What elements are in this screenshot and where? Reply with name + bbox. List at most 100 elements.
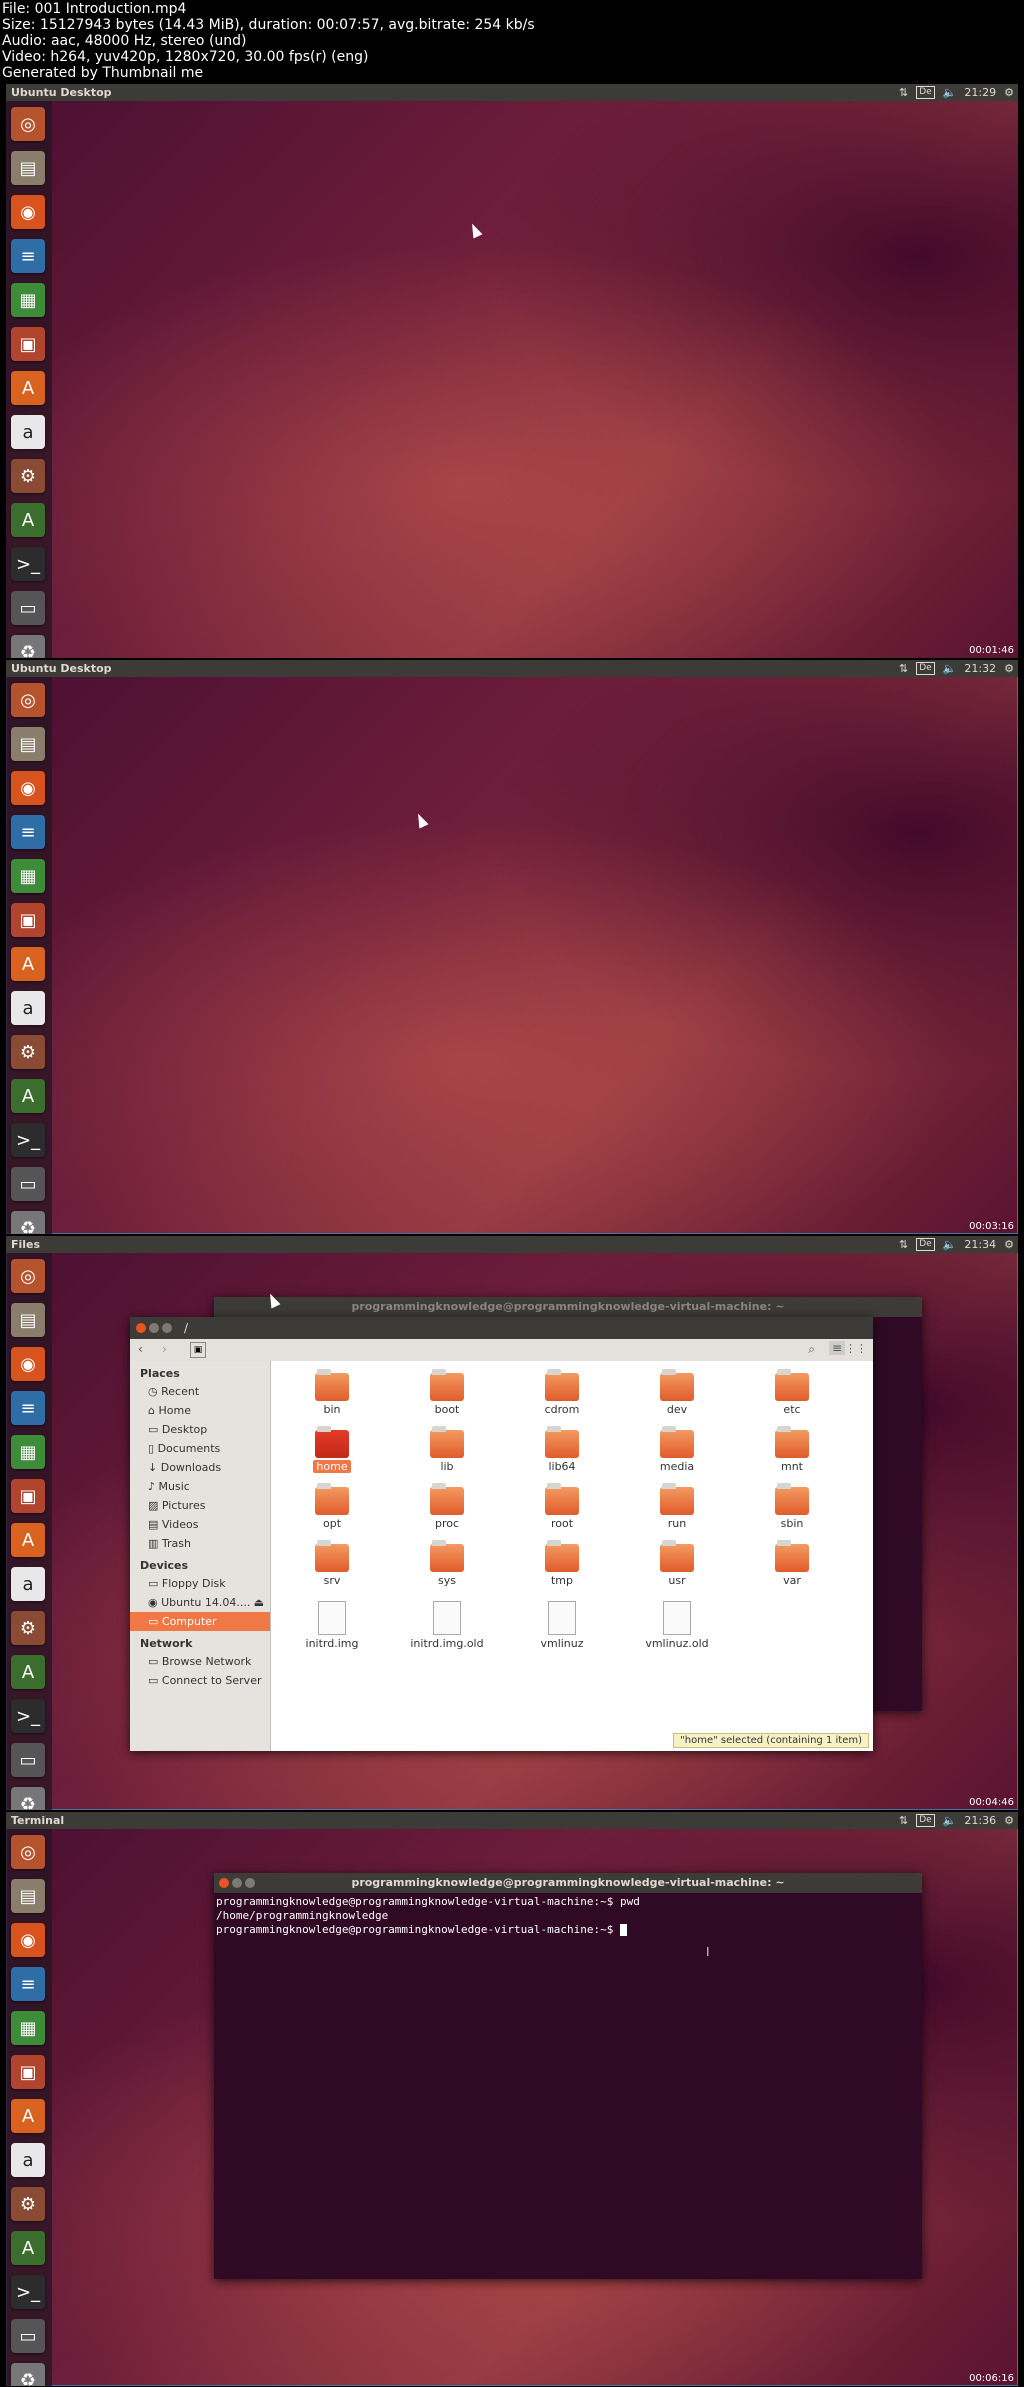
clock[interactable]: 21:32 — [964, 660, 996, 677]
file-item[interactable]: initrd.img — [287, 1601, 377, 1650]
file-item[interactable]: mnt — [747, 1426, 837, 1473]
impress-icon[interactable]: ▣ — [11, 2055, 45, 2089]
sidebar-item-ubuntu-14-04[interactable]: ◉ Ubuntu 14.04.... ⏏ — [130, 1593, 270, 1612]
close-icon[interactable] — [219, 1878, 229, 1888]
sidebar-item-trash[interactable]: ▥ Trash — [130, 1534, 270, 1553]
volume-icon[interactable]: 🔈 — [943, 84, 957, 101]
file-item[interactable]: lib64 — [517, 1426, 607, 1473]
dash-icon[interactable]: ◎ — [11, 107, 45, 141]
software-center-icon[interactable]: A — [11, 1523, 45, 1557]
sidebar-item-videos[interactable]: ▤ Videos — [130, 1515, 270, 1534]
sidebar-item-floppy-disk[interactable]: ▭ Floppy Disk — [130, 1574, 270, 1593]
gear-icon[interactable]: ⚙ — [1004, 1812, 1014, 1829]
impress-icon[interactable]: ▣ — [11, 327, 45, 361]
trash-icon[interactable]: ♻ — [11, 635, 45, 658]
file-item[interactable]: dev — [632, 1369, 722, 1416]
terminal-icon[interactable]: >_ — [11, 2275, 45, 2309]
keyboard-layout-indicator[interactable]: De — [916, 86, 935, 99]
keyboard-layout-indicator[interactable]: De — [916, 662, 935, 675]
terminal-icon[interactable]: >_ — [11, 547, 45, 581]
clock[interactable]: 21:36 — [964, 1812, 996, 1829]
sidebar-item-documents[interactable]: ▯ Documents — [130, 1439, 270, 1458]
search-icon[interactable]: ⌕ — [808, 1342, 815, 1357]
software-center-icon[interactable]: A — [11, 2099, 45, 2133]
network-icon[interactable]: ⇅ — [899, 1812, 908, 1829]
file-item[interactable]: root — [517, 1483, 607, 1530]
file-item[interactable]: proc — [402, 1483, 492, 1530]
dash-icon[interactable]: ◎ — [11, 1835, 45, 1869]
volume-icon[interactable]: 🔈 — [943, 1236, 957, 1253]
dash-icon[interactable]: ◎ — [11, 1259, 45, 1293]
updater-icon[interactable]: A — [11, 2231, 45, 2265]
file-item[interactable]: tmp — [517, 1540, 607, 1587]
disk-icon[interactable]: ▭ — [11, 1167, 45, 1201]
terminal-window[interactable]: programmingknowledge@programmingknowledg… — [214, 1873, 922, 2279]
forward-icon[interactable]: › — [162, 1342, 167, 1356]
updater-icon[interactable]: A — [11, 1079, 45, 1113]
firefox-icon[interactable]: ◉ — [11, 771, 45, 805]
amazon-icon[interactable]: a — [11, 415, 45, 449]
dash-icon[interactable]: ◎ — [11, 683, 45, 717]
eject-icon[interactable]: ⏏ — [254, 1595, 264, 1610]
terminal-icon[interactable]: >_ — [11, 1123, 45, 1157]
file-item[interactable]: home — [287, 1426, 377, 1473]
file-item[interactable]: media — [632, 1426, 722, 1473]
writer-icon[interactable]: ≡ — [11, 239, 45, 273]
file-item[interactable]: etc — [747, 1369, 837, 1416]
back-icon[interactable]: ‹ — [138, 1342, 143, 1356]
gear-icon[interactable]: ⚙ — [1004, 84, 1014, 101]
calc-icon[interactable]: ▦ — [11, 1435, 45, 1469]
files-icon[interactable]: ▤ — [11, 1303, 45, 1337]
gear-icon[interactable]: ⚙ — [1004, 1236, 1014, 1253]
writer-icon[interactable]: ≡ — [11, 1391, 45, 1425]
disk-icon[interactable]: ▭ — [11, 591, 45, 625]
file-item[interactable]: sys — [402, 1540, 492, 1587]
impress-icon[interactable]: ▣ — [11, 1479, 45, 1513]
sidebar-item-home[interactable]: ⌂ Home — [130, 1401, 270, 1420]
grid-view-icon[interactable]: ⋮⋮ — [845, 1342, 867, 1355]
file-item[interactable]: opt — [287, 1483, 377, 1530]
file-item[interactable]: sbin — [747, 1483, 837, 1530]
calc-icon[interactable]: ▦ — [11, 283, 45, 317]
settings-icon[interactable]: ⚙ — [11, 2187, 45, 2221]
file-item[interactable]: initrd.img.old — [402, 1601, 492, 1650]
sidebar-item-downloads[interactable]: ↓ Downloads — [130, 1458, 270, 1477]
sidebar-item-recent[interactable]: ◷ Recent — [130, 1382, 270, 1401]
list-view-icon[interactable]: ≡ — [828, 1341, 845, 1355]
files-icon[interactable]: ▤ — [11, 151, 45, 185]
writer-icon[interactable]: ≡ — [11, 1967, 45, 2001]
minimize-icon[interactable] — [232, 1878, 242, 1888]
updater-icon[interactable]: A — [11, 1655, 45, 1689]
sidebar-item-desktop[interactable]: ▭ Desktop — [130, 1420, 270, 1439]
firefox-icon[interactable]: ◉ — [11, 1347, 45, 1381]
files-title-bar[interactable]: / — [130, 1317, 873, 1339]
maximize-icon[interactable] — [245, 1878, 255, 1888]
sidebar-item-computer[interactable]: ▭ Computer — [130, 1612, 270, 1631]
volume-icon[interactable]: 🔈 — [943, 1812, 957, 1829]
file-item[interactable]: var — [747, 1540, 837, 1587]
software-center-icon[interactable]: A — [11, 371, 45, 405]
updater-icon[interactable]: A — [11, 503, 45, 537]
disk-icon[interactable]: ▭ — [11, 1743, 45, 1777]
terminal-title-bar[interactable]: programmingknowledge@programmingknowledg… — [214, 1873, 922, 1893]
volume-icon[interactable]: 🔈 — [943, 660, 957, 677]
file-item[interactable]: usr — [632, 1540, 722, 1587]
amazon-icon[interactable]: a — [11, 2143, 45, 2177]
clock[interactable]: 21:34 — [964, 1236, 996, 1253]
file-item[interactable]: vmlinuz — [517, 1601, 607, 1650]
terminal-icon[interactable]: >_ — [11, 1699, 45, 1733]
network-icon[interactable]: ⇅ — [899, 660, 908, 677]
sidebar-item-music[interactable]: ♪ Music — [130, 1477, 270, 1496]
keyboard-layout-indicator[interactable]: De — [916, 1238, 935, 1251]
writer-icon[interactable]: ≡ — [11, 815, 45, 849]
file-item[interactable]: vmlinuz.old — [632, 1601, 722, 1650]
file-item[interactable]: boot — [402, 1369, 492, 1416]
file-item[interactable]: lib — [402, 1426, 492, 1473]
file-item[interactable]: srv — [287, 1540, 377, 1587]
amazon-icon[interactable]: a — [11, 991, 45, 1025]
disk-icon[interactable]: ▭ — [11, 2319, 45, 2353]
trash-icon[interactable]: ♻ — [11, 1787, 45, 1810]
sidebar-item-connect-to-server[interactable]: ▭ Connect to Server — [130, 1671, 270, 1690]
sidebar-item-browse-network[interactable]: ▭ Browse Network — [130, 1652, 270, 1671]
clock[interactable]: 21:29 — [964, 84, 996, 101]
